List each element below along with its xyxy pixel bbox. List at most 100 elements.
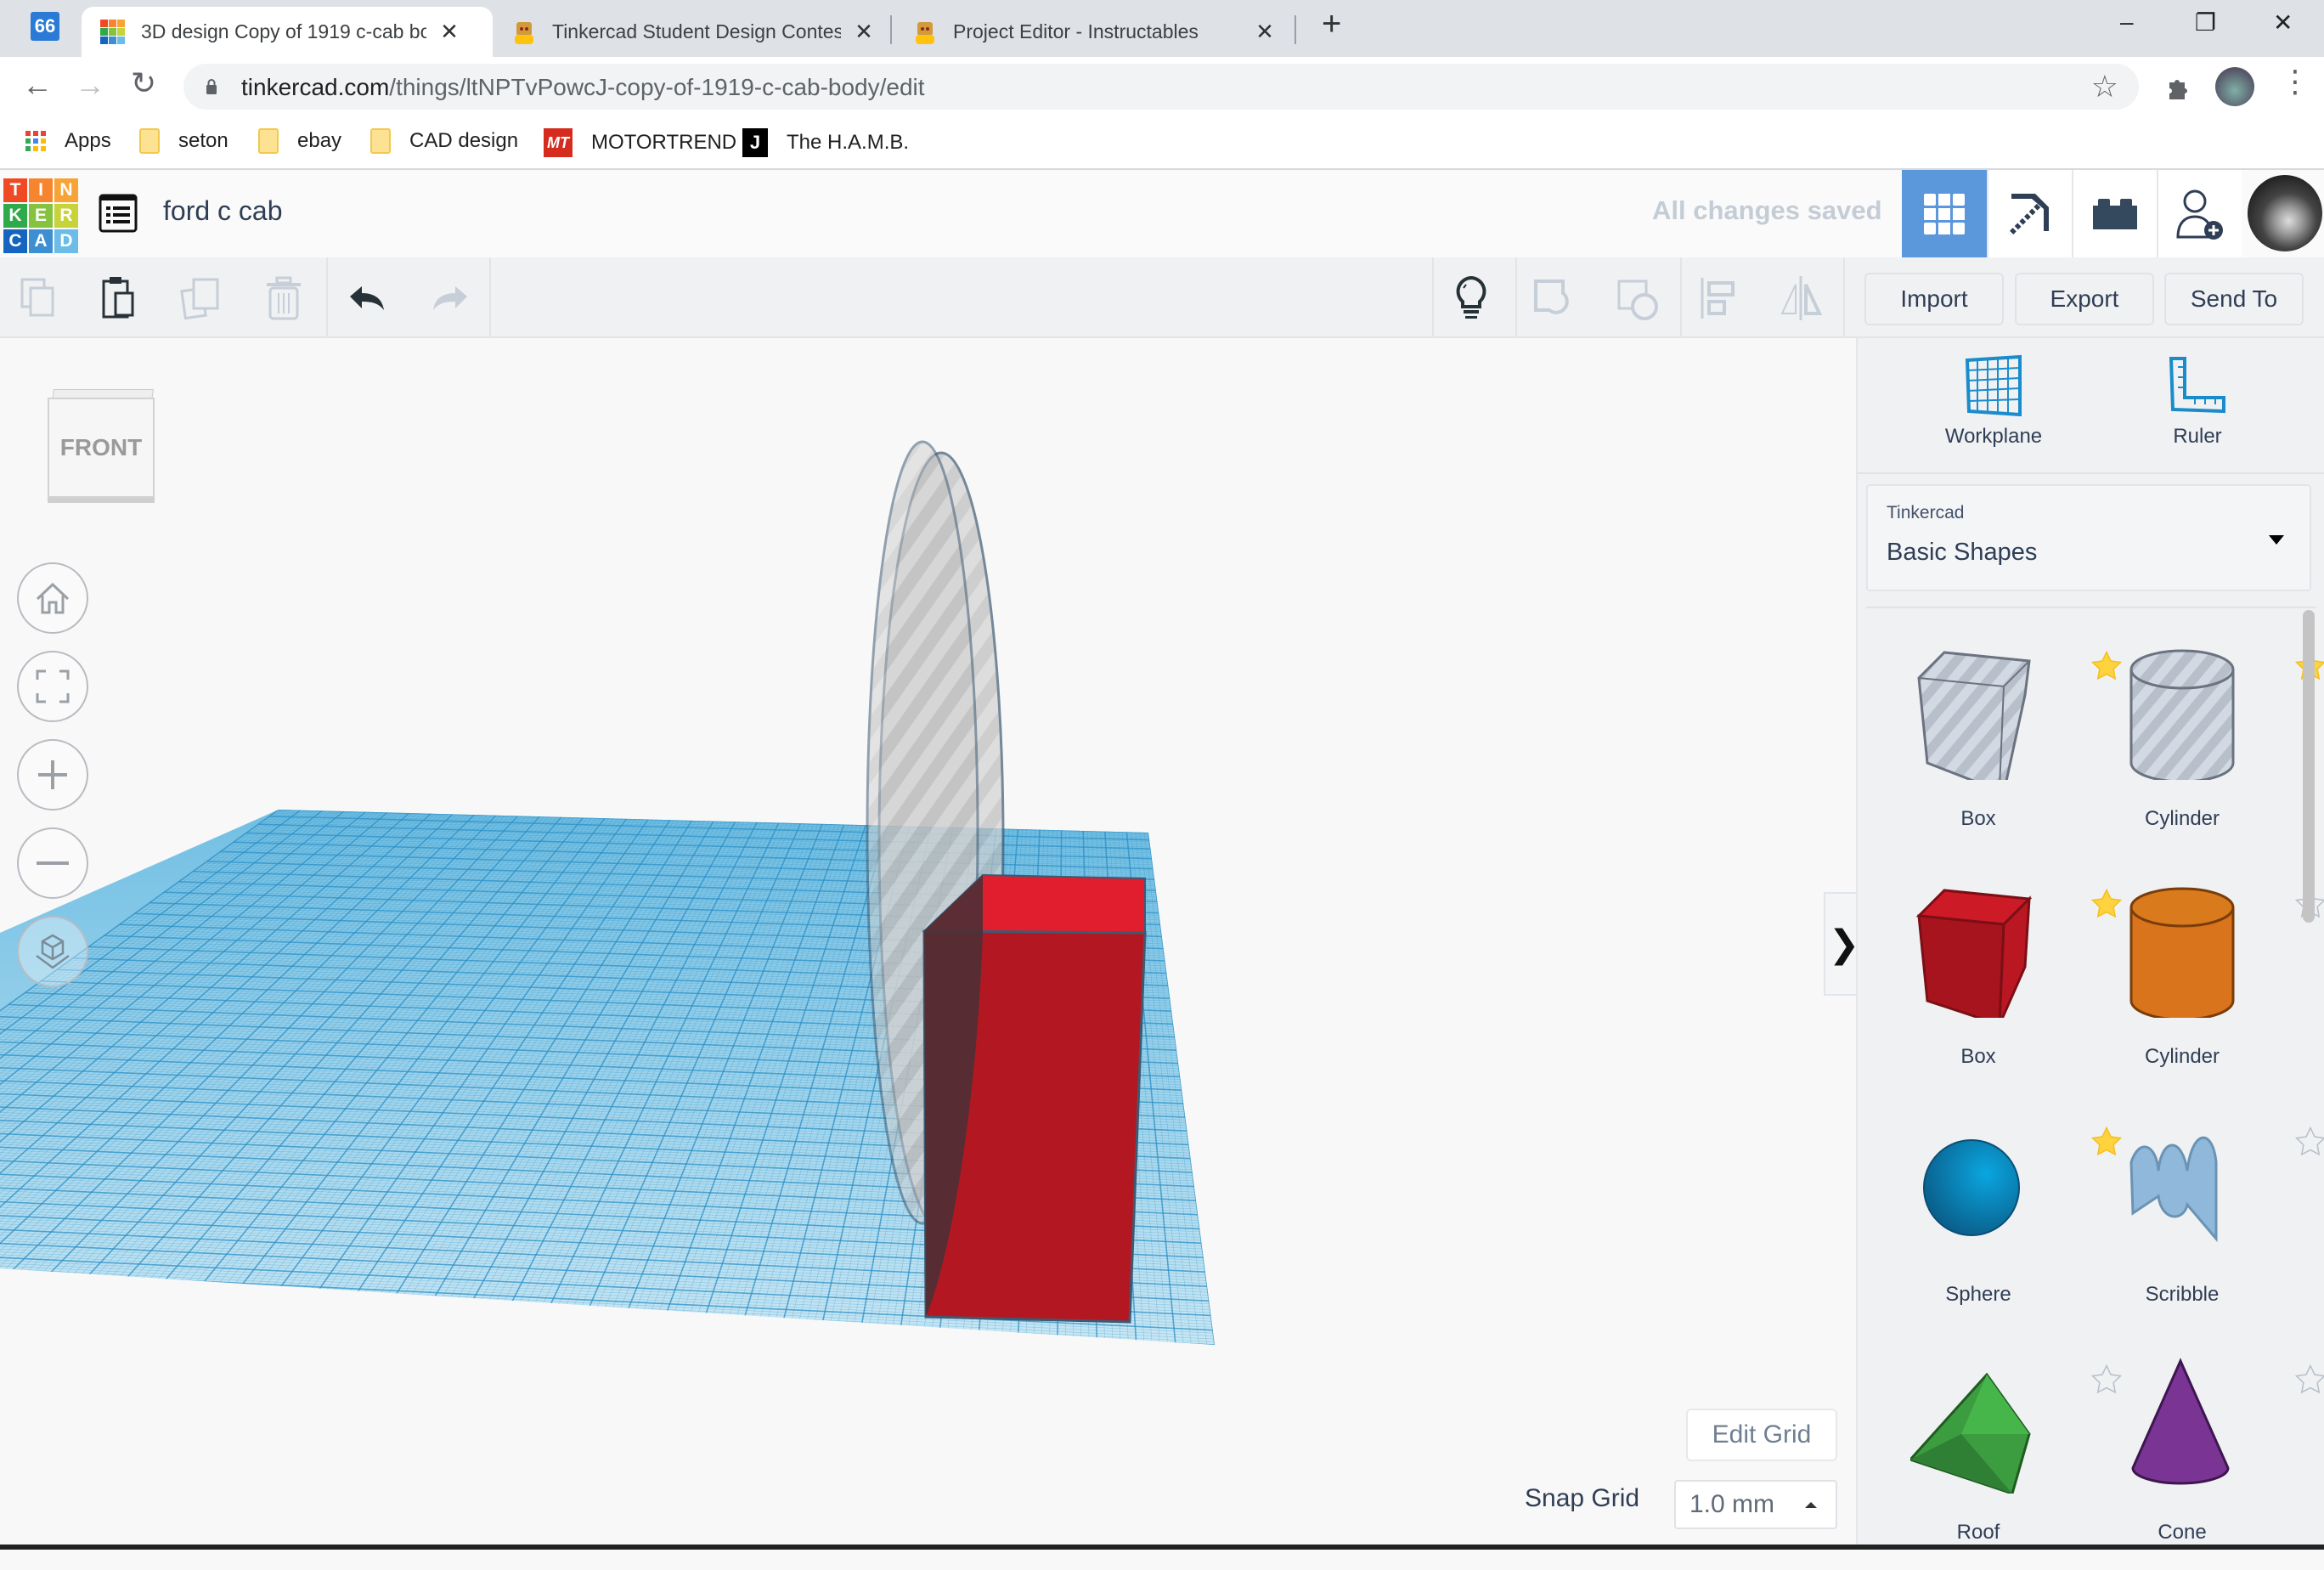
ungroup-icon[interactable] (1614, 274, 1661, 322)
extensions-puzzle-icon[interactable] (2164, 76, 2190, 101)
tab-tinkercad-design[interactable]: 3D design Copy of 1919 c-cab bo ✕ (82, 7, 493, 57)
export-button[interactable]: Export (2015, 273, 2154, 325)
library-selected-value: Basic Shapes (1887, 539, 2037, 567)
edit-grid-button[interactable]: Edit Grid (1686, 1409, 1837, 1461)
view-cube[interactable]: FRONT (48, 389, 156, 508)
motortrend-icon: MT (544, 128, 573, 157)
panel-divider (1858, 472, 2324, 474)
tab-separator (1295, 15, 1296, 44)
ruler-icon (2168, 355, 2227, 416)
3d-view-button[interactable] (1902, 170, 1987, 257)
add-user-icon (2175, 186, 2225, 242)
design-title[interactable]: ford c cab (163, 195, 283, 227)
shape-label: Cone (2080, 1521, 2284, 1545)
folder-icon (139, 128, 160, 154)
copy-icon[interactable] (17, 274, 65, 322)
address-bar[interactable]: tinkercad.com/things/ltNPTvPowcJ-copy-of… (183, 64, 2139, 110)
shape-label: Roof (1876, 1521, 2080, 1545)
view-cube-front-face[interactable]: FRONT (48, 398, 155, 498)
caret-up-icon (1805, 1502, 1817, 1508)
home-view-button[interactable] (17, 562, 88, 634)
import-button[interactable]: Import (1864, 273, 2004, 325)
close-window-button[interactable]: ✕ (2273, 8, 2293, 37)
bookmark-hamb[interactable]: J The H.A.M.B. (742, 128, 909, 157)
bookmark-cad-design[interactable]: CAD design (370, 128, 518, 154)
minecraft-view-button[interactable] (1987, 170, 2072, 257)
toolbar-divider (1432, 257, 1434, 338)
shape-label: Scribble (2080, 1283, 2284, 1307)
ruler-tool[interactable]: Ruler (2112, 355, 2282, 449)
logo-letter: D (54, 229, 78, 253)
invite-user-button[interactable] (2157, 170, 2242, 257)
bookmark-label: The H.A.M.B. (787, 131, 909, 155)
back-icon[interactable]: ← (22, 67, 53, 103)
shape-label: Sphere (1876, 1283, 2080, 1307)
zoom-in-button[interactable] (17, 739, 88, 810)
shape-tile-cylinder[interactable]: Cylinder (2080, 856, 2284, 1094)
perspective-toggle-button[interactable] (17, 916, 88, 987)
shape-tile-box[interactable]: Box (1876, 856, 2080, 1094)
forward-icon[interactable]: → (75, 67, 105, 103)
bookmark-apps[interactable]: Apps (25, 128, 111, 154)
panel-scrollbar[interactable] (2303, 610, 2315, 923)
shape-label: Cylinder (2080, 807, 2284, 831)
shape-library-select[interactable]: Tinkercad Basic Shapes (1866, 484, 2311, 591)
workplane-tool[interactable]: Workplane (1909, 355, 2079, 449)
tinkercad-logo[interactable]: T I N K E R C A D (3, 178, 78, 253)
user-avatar[interactable] (2248, 175, 2322, 251)
close-tab-icon[interactable]: ✕ (851, 19, 877, 45)
pinned-tab[interactable]: 66 (31, 12, 59, 41)
shape-tile-scribble[interactable]: Scribble (2080, 1094, 2284, 1332)
red-box-shape[interactable] (924, 875, 1145, 1322)
zoom-out-button[interactable] (17, 827, 88, 899)
bookmark-ebay[interactable]: ebay (258, 128, 341, 154)
paste-icon[interactable] (97, 274, 144, 322)
mirror-icon[interactable] (1777, 274, 1825, 322)
tab-design-contest[interactable]: Tinkercad Student Design Contes ✕ (493, 7, 892, 57)
3d-workspace-canvas[interactable]: FRONT Edit Grid Snap Grid 1.0 mm (0, 338, 1856, 1550)
redo-icon[interactable] (425, 274, 472, 322)
logo-letter: C (3, 229, 27, 253)
close-tab-icon[interactable]: ✕ (437, 19, 462, 45)
folder-icon (258, 128, 279, 154)
close-tab-icon[interactable]: ✕ (1252, 19, 1278, 45)
library-category-label: Tinkercad (1887, 503, 1964, 523)
restore-button[interactable]: ❐ (2195, 8, 2216, 37)
tab-project-editor[interactable]: Project Editor - Instructables ✕ (894, 7, 1293, 57)
apps-grid-icon (25, 128, 46, 154)
workplane-scene[interactable] (0, 338, 1856, 1550)
reload-icon[interactable]: ↻ (131, 65, 156, 101)
bookmark-seton[interactable]: seton (139, 128, 228, 154)
bookmark-star-icon[interactable]: ☆ (2091, 69, 2118, 104)
toolbar-divider (326, 257, 328, 338)
shape-tile-sphere[interactable]: Sphere (1876, 1094, 2080, 1332)
toolbar-divider (1680, 257, 1682, 338)
new-tab-button[interactable]: + (1322, 5, 1341, 43)
undo-icon[interactable] (345, 274, 392, 322)
browser-tab-strip: 66 3D design Copy of 1919 c-cab bo ✕ Tin… (0, 0, 2324, 57)
group-icon[interactable] (1531, 274, 1578, 322)
shape-tile-box[interactable]: Box (1876, 618, 2080, 856)
snap-grid-select[interactable]: 1.0 mm (1674, 1480, 1837, 1529)
browser-menu-icon[interactable]: ⋮ (2280, 64, 2310, 99)
logo-letter: R (54, 204, 78, 228)
instructables-robot-icon (912, 20, 938, 45)
profile-avatar[interactable] (2215, 67, 2254, 106)
duplicate-icon[interactable] (178, 274, 226, 322)
instructables-robot-icon (511, 20, 537, 45)
notes-lightbulb-icon[interactable] (1447, 274, 1495, 322)
fit-view-button[interactable] (17, 651, 88, 722)
grid-view-icon (1922, 192, 1966, 236)
bookmark-motortrend[interactable]: MT MOTORTREND (544, 128, 736, 157)
edit-toolbar: Import Export Send To (0, 257, 2324, 338)
align-icon[interactable] (1695, 274, 1743, 322)
minimize-button[interactable]: – (2120, 8, 2134, 36)
shape-tile-cylinder[interactable]: Cylinder (2080, 618, 2284, 856)
send-to-button[interactable]: Send To (2164, 273, 2304, 325)
chevron-right-icon: ❯ (1829, 923, 1860, 966)
shape-tile-roof[interactable]: Roof (1876, 1332, 2080, 1570)
lego-view-button[interactable] (2072, 170, 2157, 257)
design-list-icon[interactable] (99, 194, 138, 233)
trash-icon[interactable] (260, 274, 307, 322)
shape-tile-cone[interactable]: Cone (2080, 1332, 2284, 1570)
